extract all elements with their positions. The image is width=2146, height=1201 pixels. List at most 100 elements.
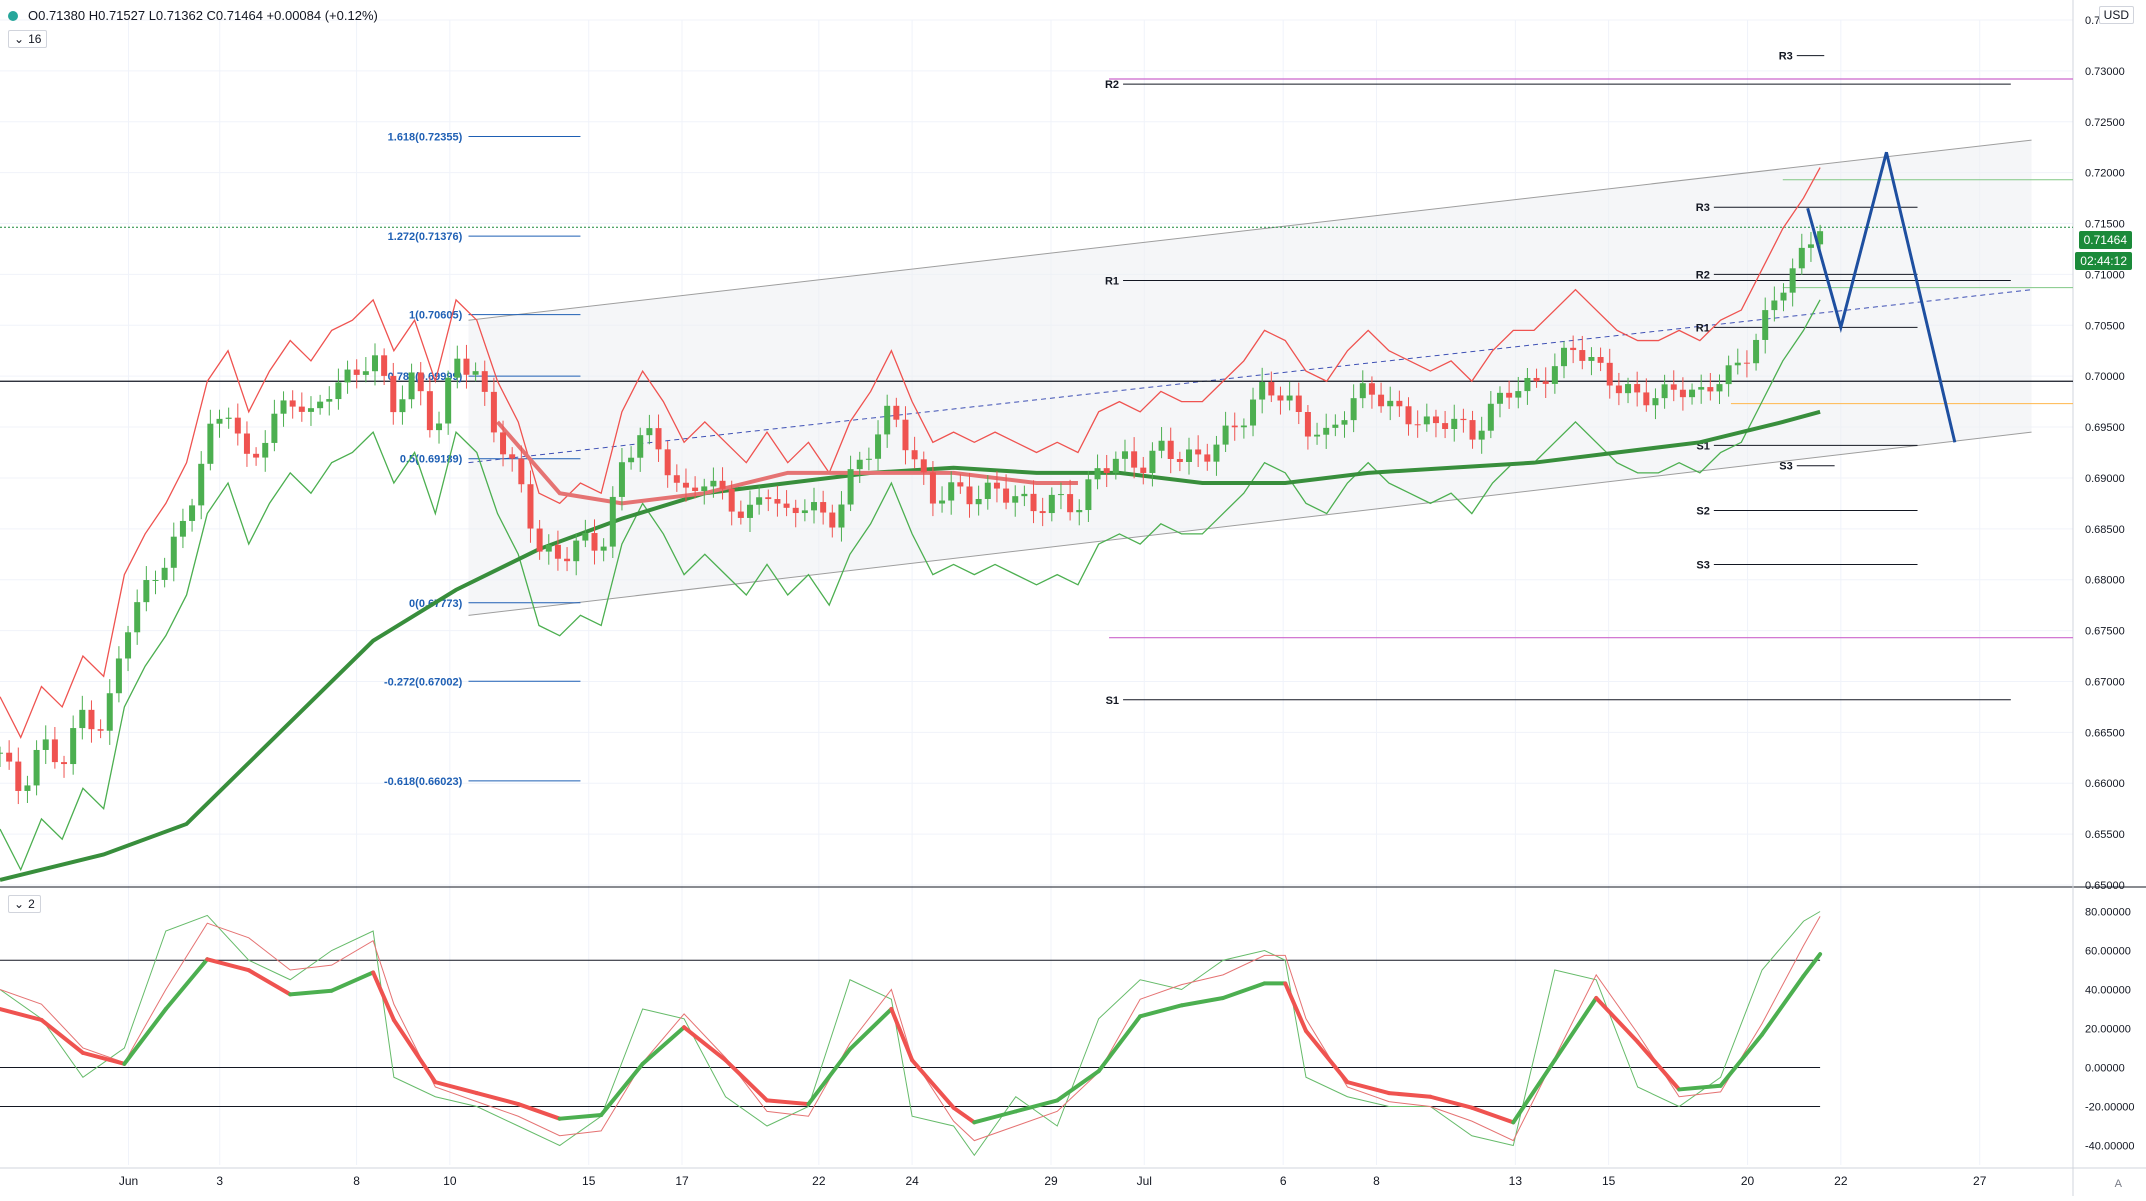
x-tick-label: 20 [1741,1174,1755,1188]
pivot-level-label: R3 [1696,202,1710,214]
candle-body [482,371,488,392]
candle-body [1460,419,1466,420]
candle-body [811,502,817,510]
candle-body [1241,426,1247,428]
y-tick-label: 0.68500 [2085,524,2125,536]
candle-body [226,418,232,419]
candle-body [1250,400,1256,426]
candle-body [125,632,131,658]
candle-body [88,710,94,729]
pivot-level-label: S2 [1696,506,1709,518]
candle-body [1698,387,1704,390]
osc-y-tick-label: 40.00000 [2085,985,2131,997]
osc-main-line-segment [124,1009,165,1064]
osc-main-line-segment [290,991,331,995]
oscillator-badge[interactable]: ⌄ 2 [8,895,41,913]
osc-main-line-segment [808,1049,849,1104]
candle-body [1671,384,1677,389]
candle-body [1049,495,1055,513]
candle-body [43,739,49,750]
pivot-level-label: R3 [1779,51,1793,63]
x-tick-label: 15 [1602,1174,1616,1188]
trend-channel-fill [468,140,2031,615]
candle-body [1543,381,1549,384]
x-tick-label: 15 [582,1174,596,1188]
y-tick-label: 0.71000 [2085,269,2125,281]
candle-body [692,488,698,491]
candle-body [354,370,360,375]
candle-body [573,541,579,562]
candle-body [61,762,67,764]
candle-body [1726,365,1732,384]
candle-body [793,508,799,513]
osc-main-line-segment [643,1027,684,1064]
y-tick-label: 0.65500 [2085,829,2125,841]
candle-body [308,408,314,412]
candle-body [390,376,396,412]
candle-body [1506,393,1512,398]
candle-body [1149,451,1155,473]
candle-body [217,419,223,424]
main-indicator-badge[interactable]: ⌄ 16 [8,30,47,48]
candle-body [290,400,296,406]
candle-body [957,482,963,486]
candle-body [1076,510,1082,512]
candle-body [189,505,195,521]
candle-body [1287,396,1293,401]
x-tick-label: 22 [1834,1174,1848,1188]
x-tick-label: 27 [1973,1174,1987,1188]
candle-body [518,459,524,485]
candle-body [537,529,543,552]
osc-main-line-segment [249,970,290,994]
fib-level-label: 1.618(0.72355) [388,132,463,144]
fib-level-label: 1.272(0.71376) [388,231,463,243]
candle-body [1003,489,1009,503]
candle-body [1021,494,1027,496]
candle-body [592,533,598,551]
y-tick-label: 0.66500 [2085,727,2125,739]
candle-body [271,414,277,443]
candle-body [509,454,515,458]
y-tick-label: 0.69000 [2085,473,2125,485]
candle-body [436,423,442,430]
candle-body [948,482,954,500]
candle-body [1406,406,1412,424]
candle-body [1186,449,1192,462]
candle-body [1634,384,1640,392]
osc-main-line-segment [207,959,248,970]
candle-body [98,729,104,731]
candle-body [1790,268,1796,292]
candle-body [1625,384,1631,393]
candle-body [253,454,259,458]
pivot-level-label: R2 [1696,269,1710,281]
candle-body [235,418,241,434]
candle-body [281,400,287,413]
candle-body [1387,401,1393,406]
candle-body [1470,420,1476,440]
currency-label[interactable]: USD [2099,6,2134,24]
candle-body [1662,384,1668,398]
candle-body [1781,293,1787,301]
last-price-tag: 0.71464 [2079,231,2132,249]
ohlc-legend: O0.71380 H0.71527 L0.71362 C0.71464 +0.0… [8,8,378,23]
auto-scale-button[interactable]: A [2115,1178,2122,1190]
candle-body [774,499,780,504]
candle-body [1159,441,1165,451]
osc-main-line-segment [767,1100,808,1104]
candle-body [1643,392,1649,405]
candle-body [628,458,634,463]
candle-body [6,753,12,762]
candle-body [1735,363,1741,366]
osc-main-line-segment [1472,1108,1513,1123]
candle-body [1771,301,1777,311]
candle-body [473,371,479,375]
candle-body [765,497,771,499]
candle-body [1277,395,1283,400]
y-tick-label: 0.73000 [2085,66,2125,78]
candle-body [24,785,30,791]
candle-body [1396,401,1402,406]
candle-body [884,406,890,435]
candle-body [564,559,570,561]
candle-body [491,392,497,433]
candle-body [939,501,945,504]
